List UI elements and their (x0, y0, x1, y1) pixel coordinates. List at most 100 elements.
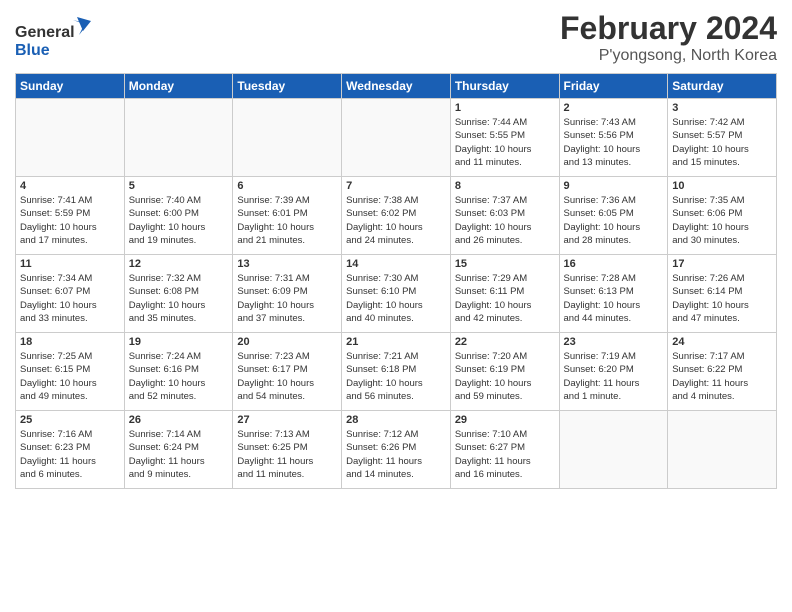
day-info: Sunrise: 7:37 AM Sunset: 6:03 PM Dayligh… (455, 194, 555, 247)
day-info: Sunrise: 7:35 AM Sunset: 6:06 PM Dayligh… (672, 194, 772, 247)
calendar-cell: 15 Sunrise: 7:29 AM Sunset: 6:11 PM Dayli… (450, 255, 559, 333)
calendar-cell: 18 Sunrise: 7:25 AM Sunset: 6:15 PM Dayli… (16, 333, 125, 411)
day-number: 25 (20, 414, 120, 426)
calendar-cell: 11 Sunrise: 7:34 AM Sunset: 6:07 PM Dayli… (16, 255, 125, 333)
day-info: Sunrise: 7:34 AM Sunset: 6:07 PM Dayligh… (20, 272, 120, 325)
calendar-week-2: 11 Sunrise: 7:34 AM Sunset: 6:07 PM Dayli… (16, 255, 777, 333)
logo: GeneralBlue (15, 10, 95, 65)
day-info: Sunrise: 7:14 AM Sunset: 6:24 PM Dayligh… (129, 428, 229, 481)
day-number: 21 (346, 336, 446, 348)
day-number: 29 (455, 414, 555, 426)
calendar-cell: 14 Sunrise: 7:30 AM Sunset: 6:10 PM Dayli… (342, 255, 451, 333)
day-info: Sunrise: 7:30 AM Sunset: 6:10 PM Dayligh… (346, 272, 446, 325)
day-info: Sunrise: 7:23 AM Sunset: 6:17 PM Dayligh… (237, 350, 337, 403)
page-container: GeneralBlue February 2024 P'yongsong, No… (0, 0, 792, 499)
calendar-cell (342, 99, 451, 177)
day-number: 27 (237, 414, 337, 426)
day-number: 22 (455, 336, 555, 348)
day-number: 6 (237, 180, 337, 192)
day-info: Sunrise: 7:16 AM Sunset: 6:23 PM Dayligh… (20, 428, 120, 481)
day-info: Sunrise: 7:44 AM Sunset: 5:55 PM Dayligh… (455, 116, 555, 169)
svg-text:General: General (15, 24, 75, 41)
day-number: 2 (564, 102, 664, 114)
day-number: 9 (564, 180, 664, 192)
calendar-cell: 25 Sunrise: 7:16 AM Sunset: 6:23 PM Dayli… (16, 411, 125, 489)
calendar-cell: 2 Sunrise: 7:43 AM Sunset: 5:56 PM Daylig… (559, 99, 668, 177)
col-wednesday: Wednesday (342, 74, 451, 99)
calendar-cell (559, 411, 668, 489)
calendar-cell: 16 Sunrise: 7:28 AM Sunset: 6:13 PM Dayli… (559, 255, 668, 333)
day-number: 13 (237, 258, 337, 270)
day-info: Sunrise: 7:43 AM Sunset: 5:56 PM Dayligh… (564, 116, 664, 169)
day-info: Sunrise: 7:12 AM Sunset: 6:26 PM Dayligh… (346, 428, 446, 481)
day-info: Sunrise: 7:13 AM Sunset: 6:25 PM Dayligh… (237, 428, 337, 481)
col-monday: Monday (124, 74, 233, 99)
day-number: 10 (672, 180, 772, 192)
day-info: Sunrise: 7:24 AM Sunset: 6:16 PM Dayligh… (129, 350, 229, 403)
day-number: 7 (346, 180, 446, 192)
calendar-cell: 7Sunrise: 7:38 AM Sunset: 6:02 PM Daylig… (342, 177, 451, 255)
day-info: Sunrise: 7:25 AM Sunset: 6:15 PM Dayligh… (20, 350, 120, 403)
calendar-cell (16, 99, 125, 177)
day-number: 5 (129, 180, 229, 192)
calendar-cell: 3 Sunrise: 7:42 AM Sunset: 5:57 PM Daylig… (668, 99, 777, 177)
day-info: Sunrise: 7:28 AM Sunset: 6:13 PM Dayligh… (564, 272, 664, 325)
day-number: 12 (129, 258, 229, 270)
day-info: Sunrise: 7:21 AM Sunset: 6:18 PM Dayligh… (346, 350, 446, 403)
day-info: Sunrise: 7:17 AM Sunset: 6:22 PM Dayligh… (672, 350, 772, 403)
day-number: 28 (346, 414, 446, 426)
day-number: 16 (564, 258, 664, 270)
calendar-cell: 8 Sunrise: 7:37 AM Sunset: 6:03 PM Daylig… (450, 177, 559, 255)
calendar-header-row: Sunday Monday Tuesday Wednesday Thursday… (16, 74, 777, 99)
col-tuesday: Tuesday (233, 74, 342, 99)
day-info: Sunrise: 7:32 AM Sunset: 6:08 PM Dayligh… (129, 272, 229, 325)
calendar-cell (233, 99, 342, 177)
month-title: February 2024 (560, 10, 777, 47)
day-number: 14 (346, 258, 446, 270)
calendar-cell: 13Sunrise: 7:31 AM Sunset: 6:09 PM Dayli… (233, 255, 342, 333)
calendar-cell: 24Sunrise: 7:17 AM Sunset: 6:22 PM Dayli… (668, 333, 777, 411)
day-number: 15 (455, 258, 555, 270)
day-info: Sunrise: 7:26 AM Sunset: 6:14 PM Dayligh… (672, 272, 772, 325)
svg-text:Blue: Blue (15, 42, 50, 59)
calendar-cell: 5 Sunrise: 7:40 AM Sunset: 6:00 PM Daylig… (124, 177, 233, 255)
day-info: Sunrise: 7:40 AM Sunset: 6:00 PM Dayligh… (129, 194, 229, 247)
day-number: 3 (672, 102, 772, 114)
col-saturday: Saturday (668, 74, 777, 99)
col-thursday: Thursday (450, 74, 559, 99)
day-number: 18 (20, 336, 120, 348)
calendar-week-4: 25 Sunrise: 7:16 AM Sunset: 6:23 PM Dayli… (16, 411, 777, 489)
day-info: Sunrise: 7:20 AM Sunset: 6:19 PM Dayligh… (455, 350, 555, 403)
day-number: 19 (129, 336, 229, 348)
calendar-cell: 10 Sunrise: 7:35 AM Sunset: 6:06 PM Dayli… (668, 177, 777, 255)
calendar-cell: 4Sunrise: 7:41 AM Sunset: 5:59 PM Daylig… (16, 177, 125, 255)
calendar-cell: 22 Sunrise: 7:20 AM Sunset: 6:19 PM Dayli… (450, 333, 559, 411)
col-sunday: Sunday (16, 74, 125, 99)
calendar-cell: 12 Sunrise: 7:32 AM Sunset: 6:08 PM Dayli… (124, 255, 233, 333)
calendar-cell: 26 Sunrise: 7:14 AM Sunset: 6:24 PM Dayli… (124, 411, 233, 489)
calendar-table: Sunday Monday Tuesday Wednesday Thursday… (15, 73, 777, 489)
day-number: 26 (129, 414, 229, 426)
day-info: Sunrise: 7:19 AM Sunset: 6:20 PM Dayligh… (564, 350, 664, 403)
calendar-cell: 17Sunrise: 7:26 AM Sunset: 6:14 PM Dayli… (668, 255, 777, 333)
calendar-cell (124, 99, 233, 177)
calendar-cell (668, 411, 777, 489)
calendar-cell: 1Sunrise: 7:44 AM Sunset: 5:55 PM Daylig… (450, 99, 559, 177)
day-number: 8 (455, 180, 555, 192)
title-area: February 2024 P'yongsong, North Korea (560, 10, 777, 65)
day-info: Sunrise: 7:41 AM Sunset: 5:59 PM Dayligh… (20, 194, 120, 247)
calendar-cell: 23 Sunrise: 7:19 AM Sunset: 6:20 PM Dayli… (559, 333, 668, 411)
calendar-week-1: 4Sunrise: 7:41 AM Sunset: 5:59 PM Daylig… (16, 177, 777, 255)
col-friday: Friday (559, 74, 668, 99)
day-info: Sunrise: 7:42 AM Sunset: 5:57 PM Dayligh… (672, 116, 772, 169)
day-number: 11 (20, 258, 120, 270)
day-number: 23 (564, 336, 664, 348)
calendar-cell: 27 Sunrise: 7:13 AM Sunset: 6:25 PM Dayli… (233, 411, 342, 489)
calendar-cell: 6Sunrise: 7:39 AM Sunset: 6:01 PM Daylig… (233, 177, 342, 255)
calendar-cell: 28 Sunrise: 7:12 AM Sunset: 6:26 PM Dayli… (342, 411, 451, 489)
day-info: Sunrise: 7:29 AM Sunset: 6:11 PM Dayligh… (455, 272, 555, 325)
calendar-cell: 21 Sunrise: 7:21 AM Sunset: 6:18 PM Dayli… (342, 333, 451, 411)
calendar-week-3: 18 Sunrise: 7:25 AM Sunset: 6:15 PM Dayli… (16, 333, 777, 411)
calendar-cell: 9Sunrise: 7:36 AM Sunset: 6:05 PM Daylig… (559, 177, 668, 255)
location-title: P'yongsong, North Korea (560, 47, 777, 65)
